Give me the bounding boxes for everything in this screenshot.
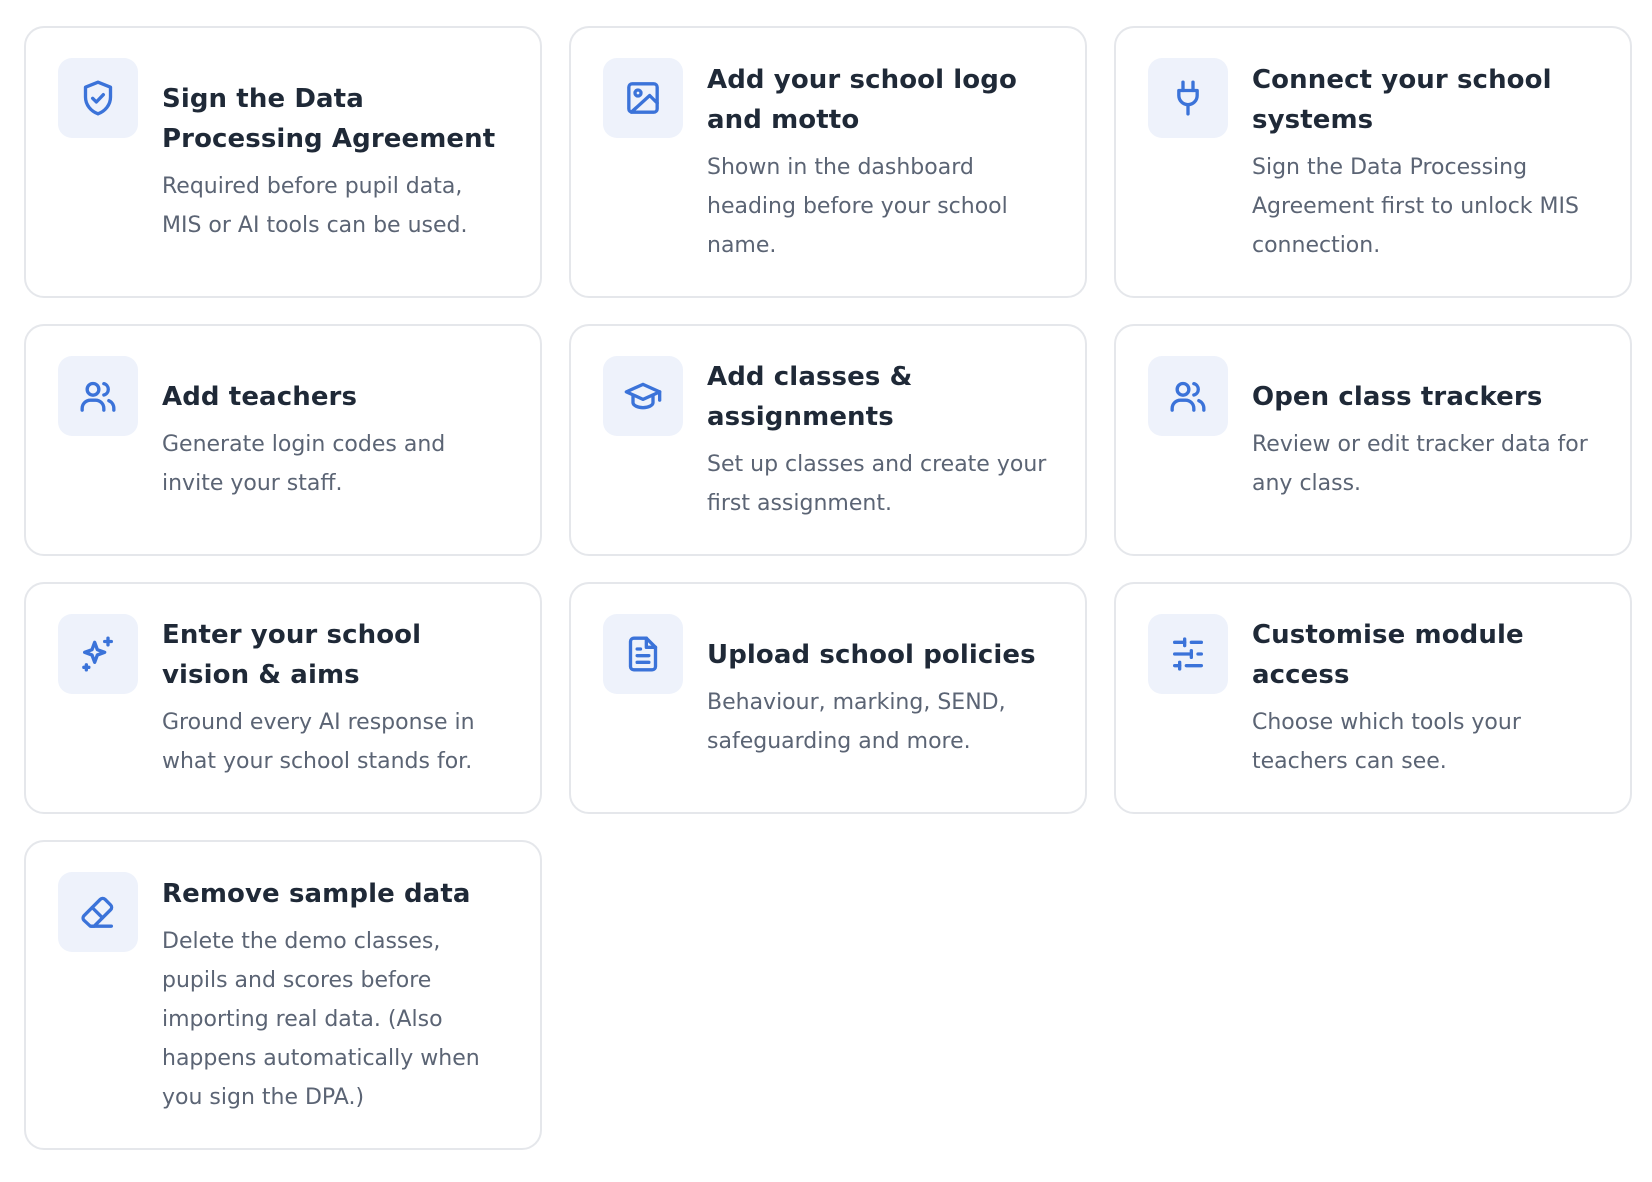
card-description: Shown in the dashboard heading before yo… xyxy=(707,154,1008,258)
card-description: Ground every AI response in what your sc… xyxy=(162,710,475,774)
users-icon xyxy=(58,356,138,436)
card-title: Open class trackers xyxy=(1252,382,1543,412)
card-module-access[interactable]: Customise module access Choose which too… xyxy=(1114,582,1632,814)
file-text-icon xyxy=(603,614,683,694)
eraser-icon xyxy=(58,872,138,952)
card-open-trackers[interactable]: Open class trackers Review or edit track… xyxy=(1114,324,1632,556)
card-title: Connect your school systems xyxy=(1252,64,1552,135)
card-description: Required before pupil data, MIS or AI to… xyxy=(162,174,468,238)
card-description: Delete the demo classes, pupils and scor… xyxy=(162,928,480,1110)
card-description: Review or edit tracker data for any clas… xyxy=(1252,432,1588,496)
card-description: Choose which tools your teachers can see… xyxy=(1252,710,1521,774)
card-title: Upload school policies xyxy=(707,640,1036,670)
sliders-icon xyxy=(1148,614,1228,694)
setup-card-grid: Sign the Data Processing Agreement Requi… xyxy=(24,26,1632,1150)
card-add-logo-motto[interactable]: Add your school logo and motto Shown in … xyxy=(569,26,1087,298)
card-title: Add your school logo and motto xyxy=(707,64,1017,135)
card-upload-policies[interactable]: Upload school policies Behaviour, markin… xyxy=(569,582,1087,814)
shield-check-icon xyxy=(58,58,138,138)
card-connect-systems[interactable]: Connect your school systems Sign the Dat… xyxy=(1114,26,1632,298)
card-remove-sample-data[interactable]: Remove sample data Delete the demo class… xyxy=(24,840,542,1150)
card-sign-dpa[interactable]: Sign the Data Processing Agreement Requi… xyxy=(24,26,542,298)
graduation-cap-icon xyxy=(603,356,683,436)
card-description: Sign the Data Processing Agreement first… xyxy=(1252,154,1579,258)
card-add-teachers[interactable]: Add teachers Generate login codes and in… xyxy=(24,324,542,556)
card-description: Generate login codes and invite your sta… xyxy=(162,432,446,496)
card-title: Add classes & assignments xyxy=(707,362,913,432)
card-description: Behaviour, marking, SEND, safeguarding a… xyxy=(707,690,1006,754)
card-title: Enter your school vision & aims xyxy=(162,620,422,690)
card-title: Sign the Data Processing Agreement xyxy=(162,84,496,154)
card-title: Remove sample data xyxy=(162,878,471,909)
card-add-classes[interactable]: Add classes & assignments Set up classes… xyxy=(569,324,1087,556)
card-description: Set up classes and create your first ass… xyxy=(707,452,1047,516)
card-title: Add teachers xyxy=(162,382,358,412)
plug-icon xyxy=(1148,58,1228,138)
sparkles-icon xyxy=(58,614,138,694)
image-icon xyxy=(603,58,683,138)
users-icon xyxy=(1148,356,1228,436)
card-title: Customise module access xyxy=(1252,620,1524,690)
card-school-vision[interactable]: Enter your school vision & aims Ground e… xyxy=(24,582,542,814)
